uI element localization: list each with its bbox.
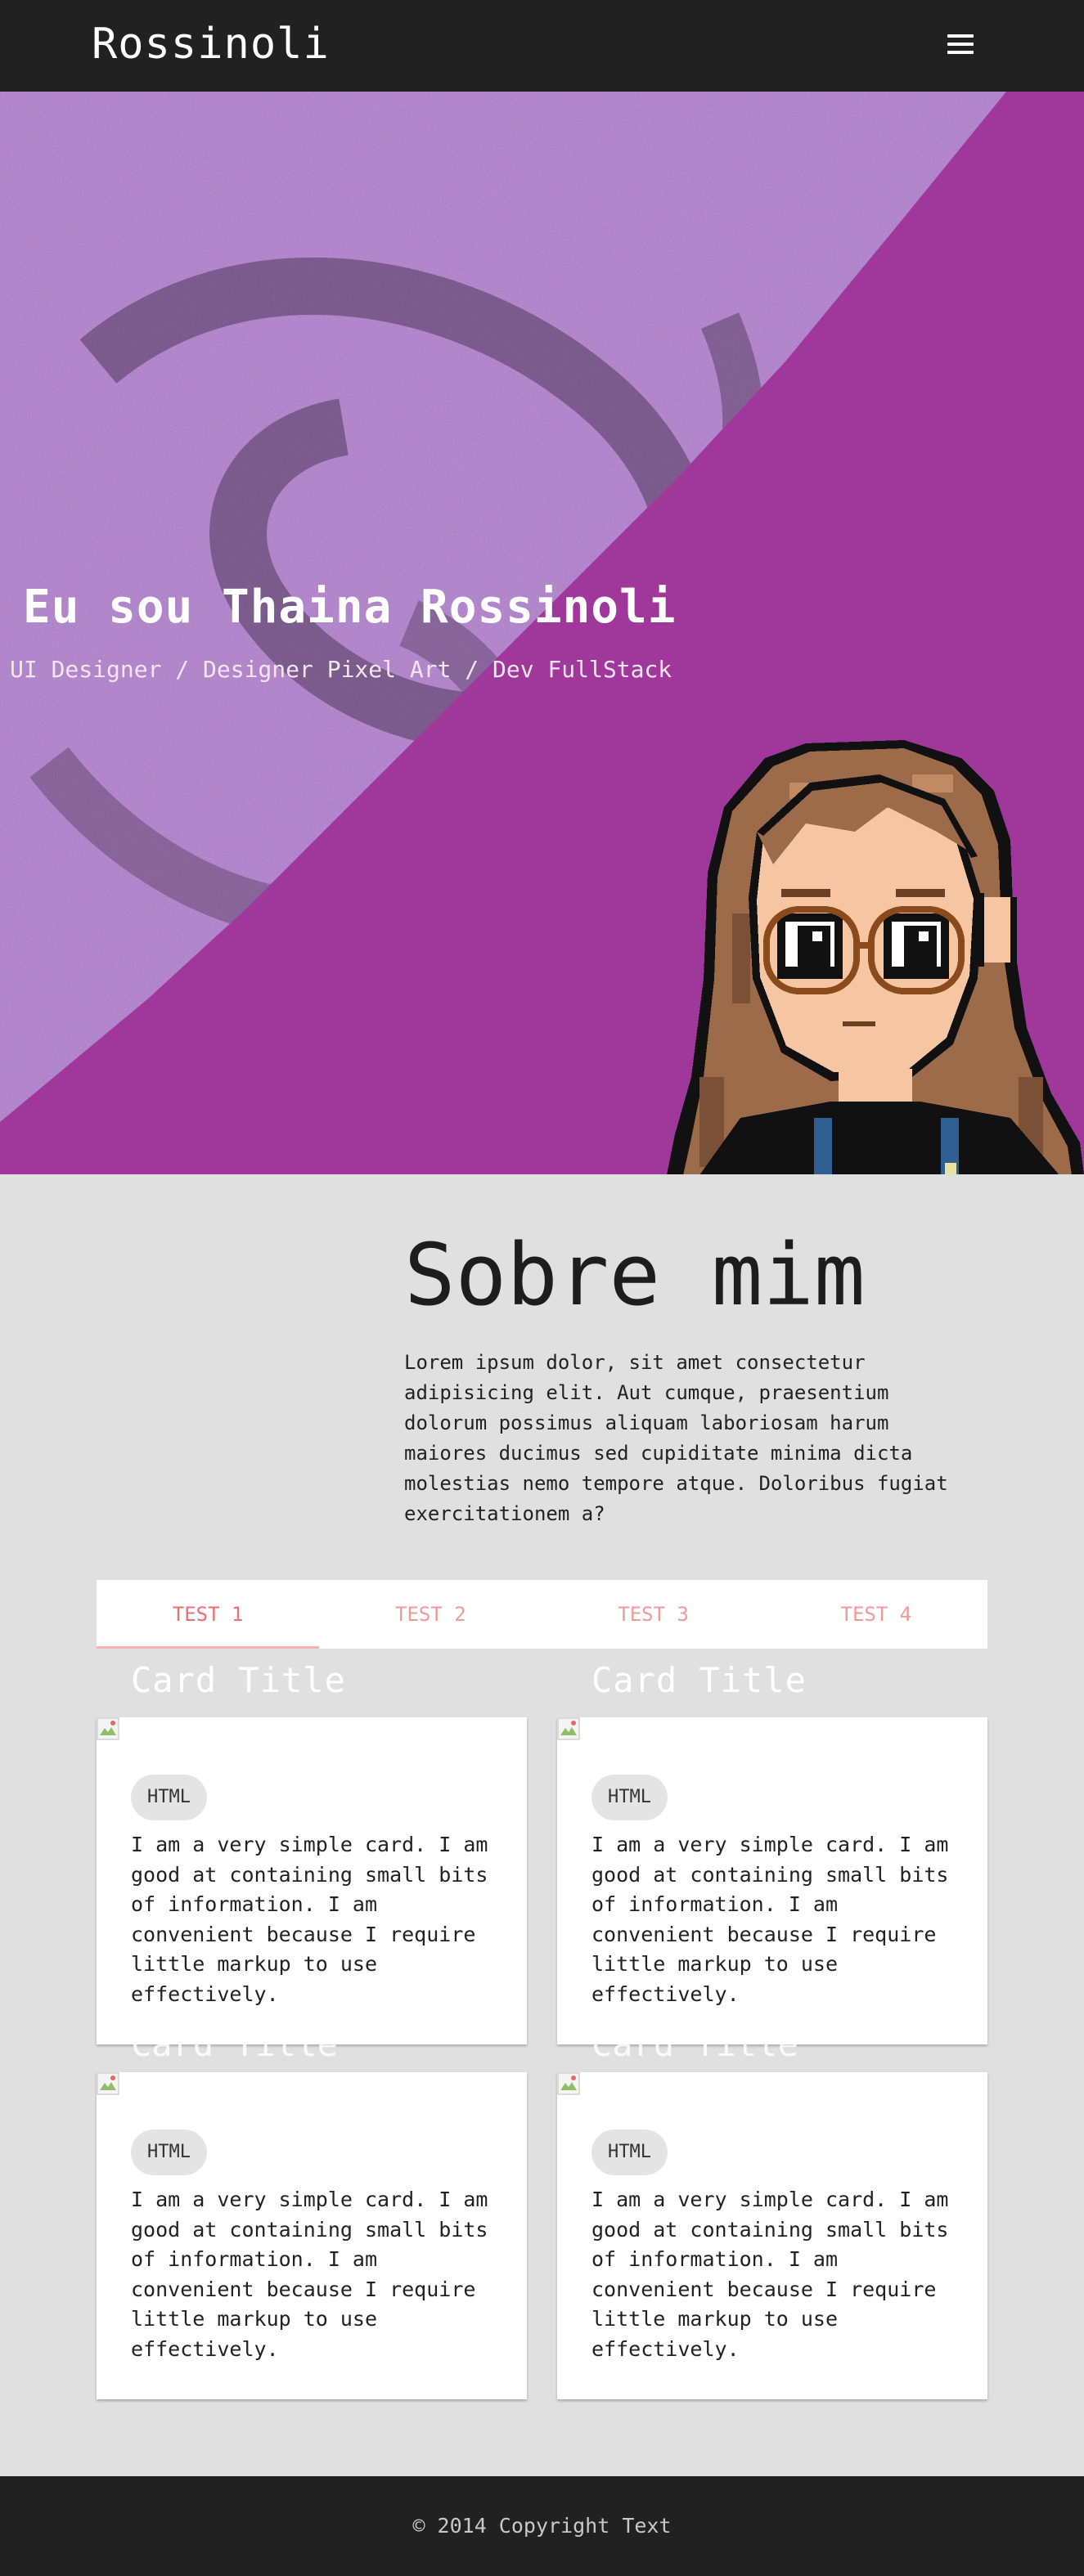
pixel-art-avatar <box>667 740 1084 1174</box>
hero-section: Eu sou Thaina Rossinoli UI Designer / De… <box>0 92 1084 1174</box>
tab-test-4[interactable]: TEST 4 <box>765 1580 987 1649</box>
about-text: Lorem ipsum dolor, sit amet consectetur … <box>404 1351 948 1525</box>
broken-image-icon <box>97 1717 119 1740</box>
about-section: Sobre mim Lorem ipsum dolor, sit amet co… <box>0 1174 1084 2476</box>
card-title: Card Title <box>131 2044 338 2066</box>
card: HTML I am a very simple card. I am good … <box>557 1717 987 2044</box>
card-text: I am a very simple card. I am good at co… <box>591 2188 949 2361</box>
about-title: Sobre mim <box>404 1225 866 1325</box>
broken-image-icon <box>557 1717 580 1740</box>
broken-image-icon <box>97 2072 119 2095</box>
card-text: I am a very simple card. I am good at co… <box>131 1833 488 2006</box>
brand-logo[interactable]: Rossinoli <box>92 20 330 69</box>
tab-test-3[interactable]: TEST 3 <box>542 1580 765 1649</box>
navbar: Rossinoli <box>0 0 1084 92</box>
copyright-text: © 2014 Copyright Text <box>412 2514 672 2538</box>
hamburger-menu-icon[interactable] <box>947 34 974 57</box>
tab-test-1[interactable]: TEST 1 <box>97 1580 320 1649</box>
tag-chip: HTML <box>591 2129 668 2175</box>
card: HTML I am a very simple card. I am good … <box>557 2072 987 2399</box>
tab-test-2[interactable]: TEST 2 <box>319 1580 542 1649</box>
card: HTML I am a very simple card. I am good … <box>97 1717 527 2044</box>
card-text: I am a very simple card. I am good at co… <box>591 1833 949 2006</box>
card-text: I am a very simple card. I am good at co… <box>131 2188 488 2361</box>
tabs-bar: TEST 1 TEST 2 TEST 3 TEST 4 <box>97 1580 987 1649</box>
footer: © 2014 Copyright Text <box>0 2476 1084 2576</box>
broken-image-icon <box>557 2072 580 2095</box>
hero-title: Eu sou Thaina Rossinoli <box>23 581 677 634</box>
tag-chip: HTML <box>131 2129 207 2175</box>
card-title: Card Title <box>591 1660 807 1700</box>
card-title: Card Title <box>591 2044 798 2066</box>
tag-chip: HTML <box>131 1775 207 1820</box>
tag-chip: HTML <box>591 1775 668 1820</box>
card: HTML I am a very simple card. I am good … <box>97 2072 527 2399</box>
card-title: Card Title <box>131 1660 346 1700</box>
hero-subtitle: UI Designer / Designer Pixel Art / Dev F… <box>10 656 672 683</box>
